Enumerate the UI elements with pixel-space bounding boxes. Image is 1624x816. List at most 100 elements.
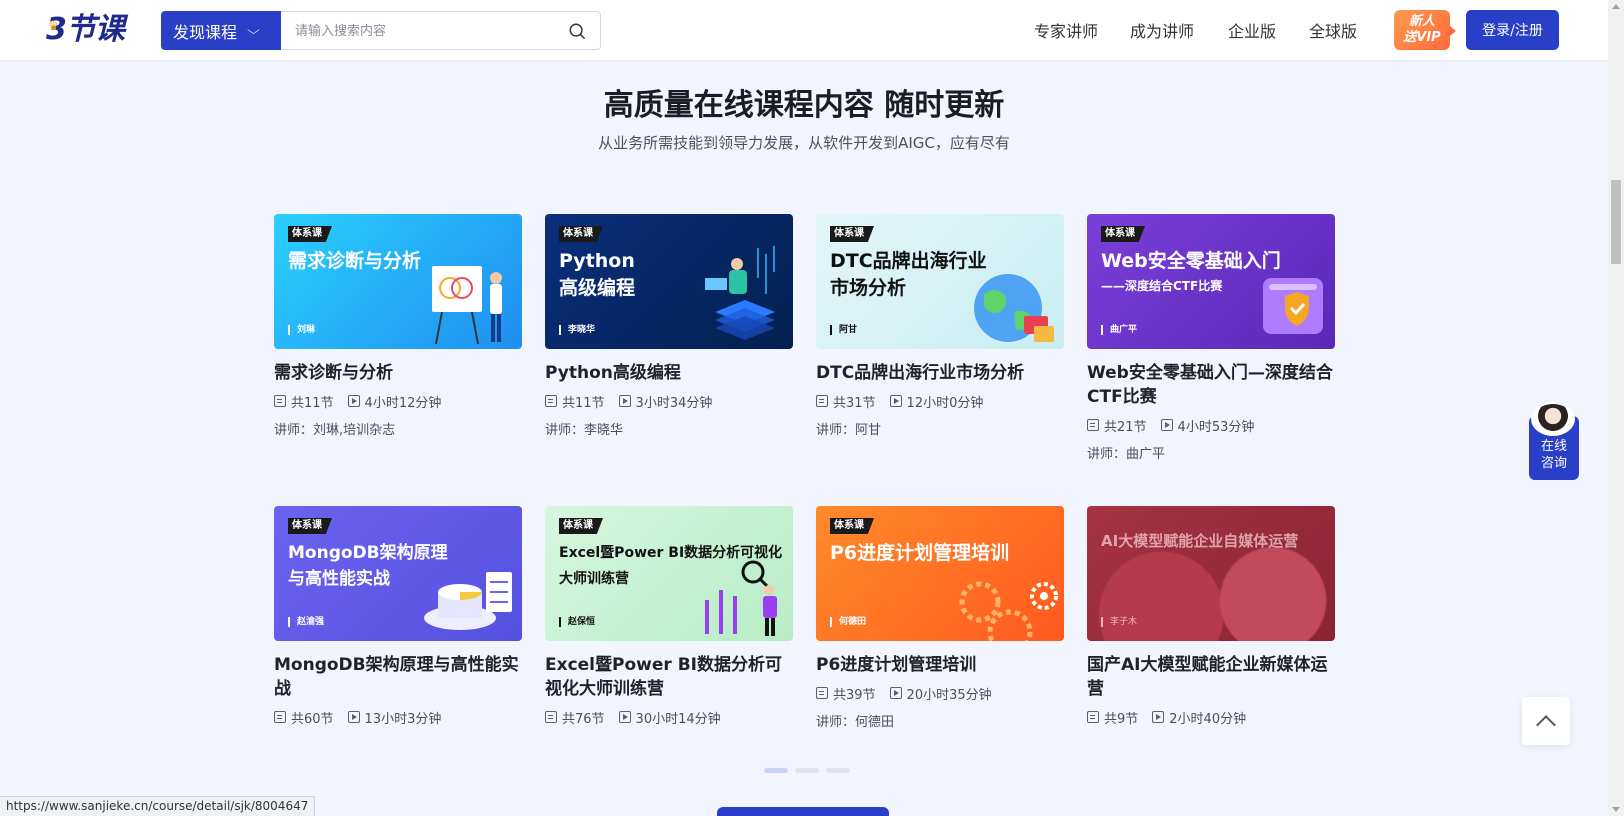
course-title[interactable]: 国产AI大模型赋能企业新媒体运营	[1087, 653, 1335, 701]
course-teacher: 讲师：曲广平	[1087, 447, 1166, 462]
course-card[interactable]: 体系课 Excel暨Power BI数据分析可视化 大师训练营 赵保恒 Exce…	[545, 506, 793, 727]
video-icon	[889, 395, 902, 407]
lesson-count: 共39节	[833, 687, 876, 703]
discover-courses-button[interactable]: 发现课程 ⌵	[161, 11, 281, 50]
thumb-teacher: 李子木	[1101, 617, 1137, 627]
course-meta: 共21节 4小时53分钟	[1087, 416, 1335, 435]
lesson-count: 共21节	[1104, 419, 1147, 435]
consultant-avatar[interactable]	[1531, 402, 1575, 436]
course-title[interactable]: DTC品牌出海行业市场分析	[816, 361, 1064, 385]
search-box	[281, 11, 601, 50]
whiteboard-illustration	[432, 266, 502, 345]
security-shield-illustration	[1263, 278, 1323, 334]
course-tag: 体系课	[830, 226, 874, 242]
course-title[interactable]: Python高级编程	[545, 361, 793, 385]
vip-line2: 送VIP	[1403, 30, 1441, 45]
search-input[interactable]	[295, 21, 555, 41]
course-duration: 2小时40分钟	[1169, 711, 1247, 727]
lesson-count: 共11节	[291, 395, 334, 411]
site-logo[interactable]: ♛ 3节课	[46, 10, 125, 50]
nav-expert-teachers[interactable]: 专家讲师	[1034, 18, 1098, 42]
lessons-icon	[816, 395, 828, 407]
course-thumbnail[interactable]: 体系课 需求诊断与分析 刘琳	[274, 214, 522, 349]
status-url: https://www.sanjieke.cn/course/detail/sj…	[0, 796, 316, 816]
course-card[interactable]: 体系课 Python 高级编程 李晓华 Python高级编程 共11节 3小时3…	[545, 214, 793, 438]
course-duration: 30小时14分钟	[635, 711, 721, 727]
lessons-icon	[545, 711, 557, 723]
back-to-top-button[interactable]	[1522, 697, 1570, 745]
pagination-dot[interactable]	[795, 768, 819, 773]
thumb-title: P6进度计划管理培训	[830, 542, 1010, 564]
lesson-count: 共76节	[562, 711, 605, 727]
pagination-dot[interactable]	[826, 768, 850, 773]
login-register-button[interactable]: 登录/注册	[1466, 10, 1559, 50]
lessons-icon	[274, 395, 286, 407]
lessons-icon	[545, 395, 557, 407]
course-thumbnail[interactable]: 体系课 Web安全零基础入门 ——深度结合CTF比赛 曲广平	[1087, 214, 1335, 349]
course-thumbnail[interactable]: 体系课 DTC品牌出海行业 市场分析 阿甘	[816, 214, 1064, 349]
course-card[interactable]: 体系课 需求诊断与分析 刘琳 需求诊断与分析 共11节 4小时12分钟 讲师：刘…	[274, 214, 522, 438]
top-header: ♛ 3节课 发现课程 ⌵ 专家讲师 成为讲师 企业版 全球版 新人 送VIP 登…	[0, 0, 1608, 60]
nav-become-teacher[interactable]: 成为讲师	[1130, 18, 1194, 42]
lessons-icon	[1087, 419, 1099, 431]
programmer-illustration	[705, 246, 775, 340]
lesson-count: 共11节	[562, 395, 605, 411]
page-scrollbar[interactable]	[1608, 0, 1624, 816]
pagination-dot[interactable]	[764, 768, 788, 773]
thumb-teacher: 曲广平	[1101, 325, 1137, 335]
course-duration: 20小时35分钟	[906, 687, 992, 703]
course-duration: 4小时53分钟	[1177, 419, 1255, 435]
course-card[interactable]: AI大模型赋能企业自媒体运营 李子木 国产AI大模型赋能企业新媒体运营 共9节 …	[1087, 506, 1335, 727]
course-meta: 共31节 12小时0分钟	[816, 392, 1064, 411]
course-teacher: 讲师：刘琳,培训杂志	[274, 423, 396, 438]
course-tag: 体系课	[559, 226, 603, 242]
course-duration: 12小时0分钟	[906, 395, 984, 411]
course-meta: 共11节 3小时34分钟	[545, 392, 793, 411]
course-thumbnail[interactable]: 体系课 P6进度计划管理培训 何德田	[816, 506, 1064, 641]
section-title: 高质量在线课程内容 随时更新	[603, 88, 1005, 123]
lesson-count: 共60节	[291, 711, 334, 727]
search-icon[interactable]	[568, 22, 586, 40]
lesson-count: 共31节	[833, 395, 876, 411]
course-card[interactable]: 体系课 DTC品牌出海行业 市场分析 阿甘 DTC品牌出海行业市场分析 共31节…	[816, 214, 1064, 438]
thumb-teacher: 赵渝强	[288, 617, 324, 627]
course-meta: 共9节 2小时40分钟	[1087, 708, 1335, 727]
course-tag: 体系课	[559, 518, 603, 534]
course-card[interactable]: 体系课 MongoDB架构原理 与高性能实战 赵渝强 MongoDB架构原理与高…	[274, 506, 522, 727]
thumb-title: Python 高级编程	[559, 250, 636, 299]
chevron-down-icon: ⌵	[247, 23, 260, 37]
scroll-down-icon[interactable]	[1612, 807, 1620, 812]
course-meta: 共60节 13小时3分钟	[274, 708, 522, 727]
discover-label: 发现课程	[173, 22, 238, 42]
course-duration: 4小时12分钟	[364, 395, 442, 411]
course-teacher: 讲师：何德田	[816, 715, 895, 730]
new-user-vip-badge[interactable]: 新人 送VIP	[1394, 10, 1456, 50]
vip-line1: 新人	[1408, 14, 1435, 29]
course-card[interactable]: 体系课 Web安全零基础入门 ——深度结合CTF比赛 曲广平 Web安全零基础入…	[1087, 214, 1335, 462]
thumb-title: AI大模型赋能企业自媒体运营	[1101, 532, 1299, 550]
course-title[interactable]: Web安全零基础入门—深度结合CTF比赛	[1087, 361, 1335, 409]
nav-enterprise[interactable]: 企业版	[1228, 18, 1276, 42]
thumb-title: 需求诊断与分析	[288, 250, 422, 272]
course-thumbnail[interactable]: 体系课 Python 高级编程 李晓华	[545, 214, 793, 349]
course-thumbnail[interactable]: 体系课 MongoDB架构原理 与高性能实战 赵渝强	[274, 506, 522, 641]
nav-global[interactable]: 全球版	[1309, 18, 1357, 42]
course-duration: 3小时34分钟	[635, 395, 713, 411]
course-title[interactable]: MongoDB架构原理与高性能实战	[274, 653, 522, 701]
course-title[interactable]: P6进度计划管理培训	[816, 653, 1064, 677]
course-title[interactable]: Excel暨Power BI数据分析可视化大师训练营	[545, 653, 793, 701]
course-thumbnail[interactable]: AI大模型赋能企业自媒体运营 李子木	[1087, 506, 1335, 641]
video-icon	[347, 395, 360, 407]
scroll-up-icon[interactable]	[1612, 4, 1620, 9]
scrollbar-thumb[interactable]	[1611, 180, 1621, 264]
course-title[interactable]: 需求诊断与分析	[274, 361, 522, 385]
course-tag: 体系课	[288, 226, 332, 242]
course-card[interactable]: 体系课 P6进度计划管理培训 何德田 P6进度计划管理培训 共39节 20小时3…	[816, 506, 1064, 730]
globe-illustration	[974, 274, 1054, 342]
thumb-teacher: 赵保恒	[559, 617, 595, 627]
lessons-icon	[274, 711, 286, 723]
lessons-icon	[1087, 711, 1099, 723]
carousel-pagination	[764, 768, 850, 773]
course-thumbnail[interactable]: 体系课 Excel暨Power BI数据分析可视化 大师训练营 赵保恒	[545, 506, 793, 641]
more-courses-button[interactable]	[717, 807, 889, 816]
